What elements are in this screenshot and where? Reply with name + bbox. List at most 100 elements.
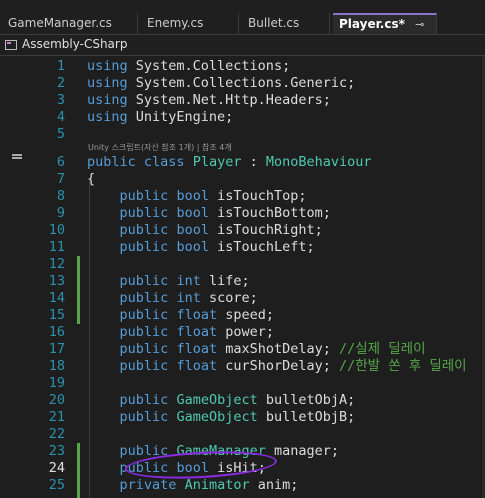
code-line[interactable]: 15 public float speed; [0,307,485,324]
code-keyword: public [119,341,169,357]
tab-label: Bullet.cs [248,16,300,30]
code-keyword: bool [176,222,209,238]
code-type: GameObject [176,409,258,425]
code-keyword: public [119,273,169,289]
code-line[interactable]: 20 public GameObject bulletObjA; [0,392,485,409]
line-number: 24 [48,460,65,476]
line-number: 6 [56,154,65,170]
code-keyword: public [119,290,169,306]
code-line[interactable]: 1 using System.Collections; [0,58,485,75]
code-line[interactable]: 4 using UnityEngine; [0,109,485,126]
line-number: 17 [48,341,65,357]
code-type: MonoBehaviour [265,154,372,170]
tab-label: Enemy.cs [147,16,204,30]
code-line[interactable]: 2 using System.Collections.Generic; [0,75,485,92]
line-number: 12 [48,256,65,272]
line-number: 7 [56,171,65,187]
line-number: 2 [56,75,65,91]
code-token: curShorDelay; [217,358,339,374]
code-token: score; [200,290,258,306]
code-keyword: public [119,307,169,323]
code-keyword: class [143,154,185,170]
code-text: using System.Collections.Generic; [87,75,355,92]
tab-gamemanager[interactable]: GameManager.cs [2,13,138,34]
code-editor[interactable]: Unity 스크립트(자산 참조 1개) | 참조 4개 1 using Syst… [0,56,485,498]
code-keyword: using [87,109,128,125]
code-line[interactable]: 21 public GameObject bulletObjB; [0,409,485,426]
tab-player[interactable]: Player.cs* ⊸ × [333,13,437,34]
code-text: public bool isTouchBottom; [87,205,331,222]
code-token: life; [200,273,250,289]
code-line[interactable]: 6 public class Player : MonoBehaviour [0,154,485,171]
code-token: isTouchLeft; [208,239,315,255]
line-number: 19 [48,375,65,391]
code-text: public float speed; [87,307,274,324]
code-line[interactable]: 9 public bool isTouchBottom; [0,205,485,222]
code-line[interactable]: 18 public float curShorDelay; //한발 쏜 후 딜… [0,358,485,375]
code-token: anim; [249,477,299,493]
code-keyword: float [176,307,218,323]
code-comment: //실제 딜레이 [339,341,426,357]
code-line[interactable]: 13 public int life; [0,273,485,290]
code-comment: //한발 쏜 후 딜레이 [339,358,467,374]
code-line[interactable]: 19 [0,375,485,392]
code-line[interactable]: 7{ [0,171,485,188]
code-line[interactable]: 17 public float maxShotDelay; //실제 딜레이 [0,341,485,358]
code-text: public float power; [87,324,274,341]
line-number: 16 [48,324,65,340]
code-keyword: bool [176,188,209,204]
csharp-project-icon [5,40,17,50]
code-text: public int score; [87,290,258,307]
line-number: 11 [48,239,65,255]
code-keyword: using [87,75,128,91]
code-token: manager; [265,443,339,459]
code-token: isTouchBottom; [208,205,331,221]
line-number: 21 [48,409,65,425]
code-keyword: public [119,205,169,221]
code-token: System.Collections.Generic; [127,75,356,91]
code-line[interactable]: 3 using System.Net.Http.Headers; [0,92,485,109]
code-line[interactable]: 12 [0,256,485,273]
codelens-hint[interactable]: Unity 스크립트(자산 참조 1개) | 참조 4개 [88,142,232,153]
code-line[interactable]: 14 public int score; [0,290,485,307]
line-number: 18 [48,358,65,374]
project-label: Assembly-CSharp [22,37,128,51]
line-number: 20 [48,392,65,408]
code-line[interactable]: 16 public float power; [0,324,485,341]
code-keyword: float [176,324,218,340]
code-text: public bool isTouchLeft; [87,239,315,256]
code-text: private Animator anim; [87,477,299,494]
code-text: using System.Collections; [87,58,290,75]
code-keyword: public [119,358,169,374]
code-line[interactable]: 8 public bool isTouchTop; [0,188,485,205]
code-text: { [87,171,95,188]
code-text: public int life; [87,273,250,290]
tab-enemy[interactable]: Enemy.cs [141,13,239,34]
tab-bullet[interactable]: Bullet.cs [242,13,330,34]
close-icon[interactable]: × [435,18,437,31]
code-text: public bool isTouchRight; [87,222,323,239]
code-line[interactable]: 10 public bool isTouchRight; [0,222,485,239]
code-keyword: public [119,188,169,204]
project-dropdown[interactable]: Assembly-CSharp [0,34,485,56]
line-number: 13 [48,273,65,289]
code-token: bulletObjA; [257,392,356,408]
code-line[interactable]: 22 [0,426,485,443]
code-type: Animator [184,477,250,493]
code-line[interactable]: 5 [0,126,485,143]
code-line[interactable]: 25 private Animator anim; [0,477,485,494]
line-number: 15 [48,307,65,323]
code-text: using UnityEngine; [87,109,233,126]
code-keyword: int [176,290,201,306]
code-line[interactable]: 11 public bool isTouchLeft; [0,239,485,256]
code-keyword: bool [176,239,209,255]
pin-icon[interactable]: ⊸ [415,18,424,31]
